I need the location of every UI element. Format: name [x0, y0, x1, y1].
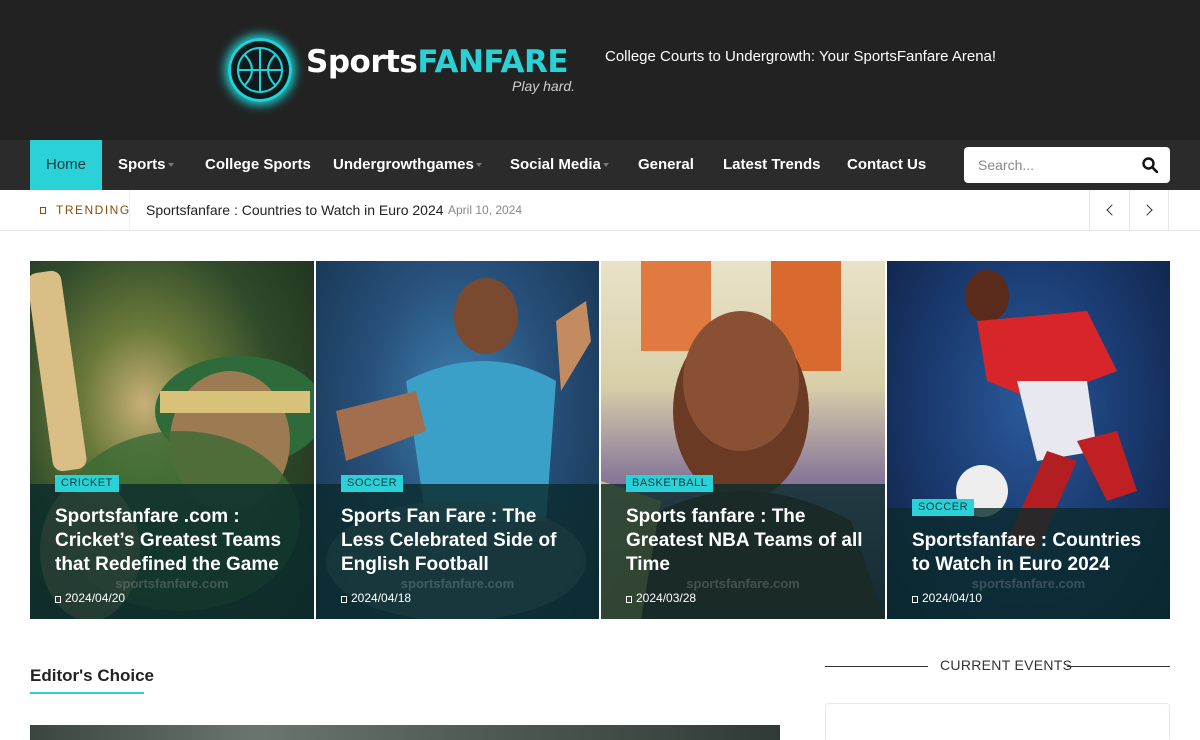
calendar-icon [912, 596, 918, 603]
card-title[interactable]: Sports fanfare : The Greatest NBA Teams … [626, 505, 866, 577]
section-title-editors-choice: Editor's Choice [30, 666, 155, 685]
nav-item-undergrowthgames[interactable]: Undergrowthgames [333, 140, 482, 190]
card-date-text: 2024/03/28 [636, 591, 697, 605]
search-icon[interactable] [1142, 157, 1158, 173]
editors-choice-image[interactable] [30, 725, 780, 740]
nav-item-latest-trends[interactable]: Latest Trends [723, 140, 821, 190]
chevron-down-icon [475, 163, 482, 168]
card-date-text: 2024/04/10 [922, 591, 983, 605]
calendar-icon [341, 596, 347, 603]
featured-card[interactable]: sportsfanfare.com BASKETBALL Sports fanf… [601, 261, 885, 619]
section-title-underline [30, 692, 144, 694]
nav-item-label: General [638, 156, 694, 173]
basketball-logo-icon [228, 38, 292, 102]
image-watermark: sportsfanfare.com [971, 576, 1086, 591]
logo-text-accent: FANFARE [417, 44, 569, 80]
nav-item-label: Contact Us [847, 156, 927, 173]
trending-bar: TRENDING Sportsfanfare : Countries to Wa… [0, 190, 1200, 231]
nav-item-label: Sports [118, 156, 166, 173]
trending-label-text: TRENDING [56, 203, 131, 217]
divider [1067, 666, 1170, 667]
logo-tagline: Play hard. [512, 78, 576, 94]
category-badge[interactable]: SOCCER [912, 499, 975, 516]
card-date: 2024/04/18 [341, 591, 411, 605]
card-title[interactable]: Sportsfanfare : Countries to Watch in Eu… [912, 529, 1152, 577]
section-title-current-events: CURRENT EVENTS [940, 657, 1073, 673]
current-events-widget [825, 703, 1170, 740]
nav-item-label: Latest Trends [723, 156, 821, 173]
featured-card[interactable]: sportsfanfare.com SOCCER Sports Fan Fare… [316, 261, 599, 619]
nav-item-contact-us[interactable]: Contact Us [847, 140, 926, 190]
card-date-text: 2024/04/20 [65, 591, 126, 605]
divider [825, 666, 928, 667]
card-date: 2024/04/10 [912, 591, 982, 605]
main-navigation: Home Sports College Sports Undergrowthga… [0, 140, 1200, 190]
nav-item-label: Social Media [510, 156, 601, 173]
nav-item-general[interactable]: General [638, 140, 694, 190]
featured-card[interactable]: sportsfanfare.com CRICKET Sportsfanfare … [30, 261, 314, 619]
calendar-icon [55, 596, 61, 603]
image-watermark: sportsfanfare.com [686, 576, 800, 591]
search-input[interactable] [978, 155, 1128, 175]
category-badge[interactable]: SOCCER [341, 475, 404, 492]
site-tagline: College Courts to Undergrowth: Your Spor… [605, 48, 997, 65]
trending-headline[interactable]: Sportsfanfare : Countries to Watch in Eu… [146, 190, 444, 230]
nav-item-social-media[interactable]: Social Media [510, 140, 609, 190]
nav-item-college-sports[interactable]: College Sports [205, 140, 311, 190]
nav-item-label: Home [46, 156, 87, 173]
nav-item-home[interactable]: Home [30, 140, 103, 190]
nav-item-label: Undergrowthgames [333, 156, 474, 173]
chevron-down-icon [167, 163, 174, 168]
featured-card[interactable]: sportsfanfare.com SOCCER Sportsfanfare :… [887, 261, 1170, 619]
image-watermark: sportsfanfare.com [115, 576, 229, 591]
card-date: 2024/03/28 [626, 591, 696, 605]
site-header: SportsFANFARE Play hard. College Courts … [0, 0, 1200, 140]
chevron-left-icon [1106, 204, 1118, 216]
nav-item-sports[interactable]: Sports [118, 140, 174, 190]
site-logo[interactable]: SportsFANFARE Play hard. [228, 38, 578, 108]
card-date-text: 2024/04/18 [351, 591, 412, 605]
trending-next-button[interactable] [1129, 190, 1169, 230]
logo-text-main: Sports [306, 44, 418, 80]
search-box [964, 147, 1170, 183]
card-title[interactable]: Sportsfanfare .com : Cricket’s Greatest … [55, 505, 295, 577]
card-date: 2024/04/20 [55, 591, 125, 605]
trending-label: TRENDING [30, 190, 130, 230]
chevron-down-icon [602, 163, 609, 168]
trending-icon [40, 207, 46, 215]
card-title[interactable]: Sports Fan Fare : The Less Celebrated Si… [341, 505, 581, 577]
calendar-icon [626, 596, 632, 603]
trending-prev-button[interactable] [1089, 190, 1129, 230]
nav-item-label: College Sports [205, 156, 311, 173]
image-watermark: sportsfanfare.com [400, 576, 515, 591]
logo-wordmark: SportsFANFARE [306, 42, 569, 82]
chevron-right-icon [1141, 204, 1153, 216]
trending-date: April 10, 2024 [448, 203, 523, 217]
category-badge[interactable]: CRICKET [55, 475, 119, 492]
category-badge[interactable]: BASKETBALL [626, 475, 714, 492]
